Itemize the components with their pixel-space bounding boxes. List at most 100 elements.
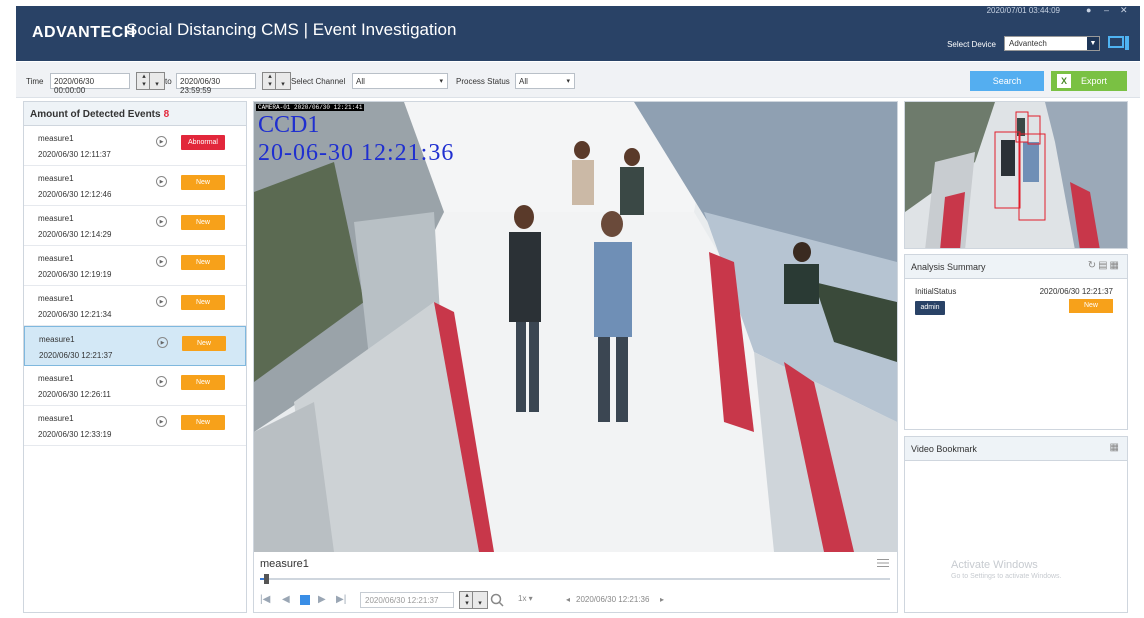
play-icon[interactable]: ▶ bbox=[156, 296, 167, 307]
event-item[interactable]: measure1 2020/06/30 12:12:46 ▶ New bbox=[24, 166, 246, 206]
playback-controls: |◀ ◀ ▶ ▶| 2020/06/30 12:21:37 ▴ ▾ ▾ 1x ▾ … bbox=[260, 591, 896, 609]
event-name: measure1 bbox=[38, 254, 74, 263]
time-to-input[interactable]: 2020/06/30 23:59:59 bbox=[176, 73, 256, 95]
add-bookmark-icon[interactable]: ▦ bbox=[1110, 442, 1121, 453]
camera-overlay: CAMERA-01 2020/06/30 12:21:41 bbox=[256, 104, 365, 111]
clip-title: measure1 bbox=[260, 558, 309, 570]
advantech-logo: ADVANTECH bbox=[32, 24, 136, 41]
event-item[interactable]: measure1 2020/06/30 12:21:34 ▶ New bbox=[24, 286, 246, 326]
search-icon[interactable] bbox=[490, 593, 504, 607]
app-header: ADVANTECH Social Distancing CMS | Event … bbox=[16, 5, 1140, 61]
status-badge: New bbox=[182, 336, 226, 351]
channel-select-value: All bbox=[356, 77, 365, 86]
watermark-title: Activate Windows bbox=[951, 559, 1038, 571]
thumbnail-frame bbox=[905, 102, 1127, 248]
play-icon[interactable]: ▶ bbox=[156, 256, 167, 267]
event-time: 2020/06/30 12:21:34 bbox=[38, 310, 112, 319]
stop-icon[interactable] bbox=[300, 595, 310, 605]
channel-select[interactable]: All ▾ bbox=[352, 73, 448, 89]
event-item[interactable]: measure1 2020/06/30 12:19:19 ▶ New bbox=[24, 246, 246, 286]
refresh-icon[interactable]: ↻ bbox=[1088, 260, 1098, 271]
to-label: to bbox=[165, 77, 172, 86]
time-to-dropdown[interactable]: ▾ bbox=[275, 72, 291, 90]
events-count: 8 bbox=[163, 109, 170, 120]
speed-value: 1x bbox=[518, 594, 527, 603]
event-name: measure1 bbox=[38, 374, 74, 383]
event-time: 2020/06/30 12:33:19 bbox=[38, 430, 112, 439]
list-icon[interactable] bbox=[877, 558, 889, 568]
status-badge: Abnormal bbox=[181, 135, 225, 150]
channel-label: Select Channel bbox=[291, 77, 346, 86]
next-stamp-icon[interactable]: ▸ bbox=[660, 595, 664, 604]
monitor-icon[interactable] bbox=[1108, 35, 1130, 51]
ccd-timestamp: 20-06-30 12:21:36 bbox=[258, 140, 455, 166]
user-icon[interactable]: ● bbox=[1086, 5, 1096, 15]
select-device-label: Select Device bbox=[947, 40, 996, 49]
status-badge: New bbox=[181, 175, 225, 190]
ccd-label: CCD1 bbox=[258, 112, 320, 138]
event-name: measure1 bbox=[38, 134, 74, 143]
analysis-summary-panel: Analysis Summary ↻▤▦ InitialStatus 2020/… bbox=[904, 254, 1128, 430]
play-icon[interactable]: ▶ bbox=[318, 594, 326, 605]
video-panel: CAMERA-01 2020/06/30 12:21:41 CCD1 20-06… bbox=[253, 101, 898, 613]
progress-thumb[interactable] bbox=[264, 574, 270, 584]
status-badge: New bbox=[181, 375, 225, 390]
event-time: 2020/06/30 12:14:29 bbox=[38, 230, 112, 239]
search-button[interactable]: Search bbox=[970, 71, 1044, 91]
event-item[interactable]: measure1 2020/06/30 12:21:37 ▶ New bbox=[24, 326, 246, 366]
detection-thumbnail[interactable] bbox=[904, 101, 1128, 249]
play-icon[interactable]: ▶ bbox=[156, 416, 167, 427]
status-select[interactable]: All ▾ bbox=[515, 73, 575, 89]
playback-time-dropdown[interactable]: ▾ bbox=[472, 591, 488, 609]
chevron-down-icon: ▾ bbox=[566, 78, 570, 85]
document-icon[interactable]: ▤ bbox=[1098, 260, 1109, 271]
prev-stamp-icon[interactable]: ◂ bbox=[566, 595, 570, 604]
play-icon[interactable]: ▶ bbox=[157, 337, 168, 348]
events-title: Amount of Detected Events bbox=[30, 109, 161, 120]
play-icon[interactable]: ▶ bbox=[156, 136, 167, 147]
event-name: measure1 bbox=[38, 174, 74, 183]
device-select[interactable]: Advantech ▼ bbox=[1004, 36, 1100, 51]
event-time: 2020/06/30 12:19:19 bbox=[38, 270, 112, 279]
time-from-value: 2020/06/30 00:00:00 bbox=[54, 77, 95, 95]
device-select-value: Advantech bbox=[1009, 39, 1047, 48]
event-item[interactable]: measure1 2020/06/30 12:14:29 ▶ New bbox=[24, 206, 246, 246]
event-name: measure1 bbox=[38, 214, 74, 223]
play-icon[interactable]: ▶ bbox=[156, 376, 167, 387]
play-icon[interactable]: ▶ bbox=[156, 216, 167, 227]
video-player[interactable]: CAMERA-01 2020/06/30 12:21:41 CCD1 20-06… bbox=[254, 102, 897, 552]
chevron-down-icon: ▾ bbox=[439, 78, 443, 85]
video-progress[interactable] bbox=[260, 574, 890, 584]
events-panel: Amount of Detected Events 8 measure1 2020/… bbox=[23, 101, 247, 613]
analysis-toolbar: ↻▤▦ bbox=[1088, 260, 1121, 271]
app-window: ADVANTECH Social Distancing CMS | Event … bbox=[0, 0, 1144, 618]
filter-bar: Time 2020/06/30 00:00:00 ▴ ▾ ▾ to 2020/06… bbox=[16, 62, 1140, 98]
status-badge: New bbox=[181, 295, 225, 310]
close-icon[interactable]: ✕ bbox=[1120, 5, 1130, 15]
export-button[interactable]: X Export bbox=[1051, 71, 1127, 91]
playback-time-input[interactable]: 2020/06/30 12:21:37 bbox=[360, 592, 454, 608]
export-label: Export bbox=[1081, 76, 1108, 86]
time-from-dropdown[interactable]: ▾ bbox=[149, 72, 165, 90]
analysis-status: InitialStatus bbox=[915, 287, 957, 296]
nav-timestamp: 2020/06/30 12:21:36 bbox=[576, 595, 650, 604]
status-label: Process Status bbox=[456, 77, 510, 86]
play-icon[interactable]: ▶ bbox=[156, 176, 167, 187]
skip-start-icon[interactable]: |◀ bbox=[260, 594, 270, 605]
step-back-icon[interactable]: ◀ bbox=[282, 594, 290, 605]
bookmark-title: Video Bookmark bbox=[911, 444, 977, 454]
event-time: 2020/06/30 12:12:46 bbox=[38, 190, 112, 199]
event-item[interactable]: measure1 2020/06/30 12:33:19 ▶ New bbox=[24, 406, 246, 446]
speed-select[interactable]: 1x ▾ bbox=[518, 594, 533, 603]
event-time: 2020/06/30 12:11:37 bbox=[38, 150, 111, 159]
analysis-header: Analysis Summary ↻▤▦ bbox=[905, 255, 1127, 279]
status-badge: New bbox=[181, 415, 225, 430]
add-note-icon[interactable]: ▦ bbox=[1110, 260, 1121, 271]
event-item[interactable]: measure1 2020/06/30 12:11:37 ▶ Abnormal bbox=[24, 126, 246, 166]
time-from-input[interactable]: 2020/06/30 00:00:00 bbox=[50, 73, 130, 95]
event-item[interactable]: measure1 2020/06/30 12:26:11 ▶ New bbox=[24, 366, 246, 406]
skip-end-icon[interactable]: ▶| bbox=[336, 594, 346, 605]
user-tag: admin bbox=[915, 301, 945, 315]
minimize-icon[interactable]: – bbox=[1104, 5, 1114, 15]
events-header: Amount of Detected Events 8 bbox=[24, 102, 246, 126]
